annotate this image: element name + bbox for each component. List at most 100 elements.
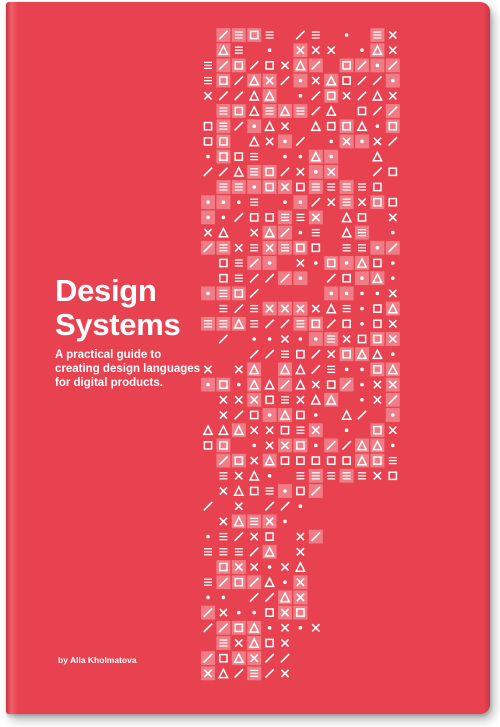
square-icon xyxy=(280,425,290,435)
pattern-tile xyxy=(308,316,323,331)
pattern-tile xyxy=(216,377,231,392)
slash-icon xyxy=(264,349,275,359)
square-icon xyxy=(219,273,228,283)
square-icon xyxy=(373,304,382,313)
dot-icon xyxy=(360,306,364,311)
dot-icon xyxy=(375,291,380,296)
lines-icon xyxy=(234,259,243,267)
pattern-tile xyxy=(231,620,246,635)
slash-icon xyxy=(372,106,383,116)
slash-icon xyxy=(203,167,213,177)
slash-icon xyxy=(234,212,244,223)
dot-icon xyxy=(237,610,241,615)
triangle-icon xyxy=(294,378,306,390)
book-author: by Alla Kholmatova xyxy=(58,655,137,665)
dot-icon xyxy=(360,382,364,387)
slash-icon xyxy=(203,501,213,511)
slash-icon xyxy=(326,273,336,283)
pattern-tile xyxy=(216,73,231,88)
lines-icon xyxy=(219,548,228,556)
cross-icon xyxy=(373,395,382,404)
slash-icon xyxy=(341,440,352,451)
lines-icon xyxy=(296,472,305,480)
slash-icon xyxy=(203,623,213,633)
triangle-icon xyxy=(217,667,229,679)
square-icon xyxy=(311,456,321,465)
dot-icon xyxy=(206,534,210,539)
lines-icon xyxy=(219,472,228,480)
dot-icon xyxy=(344,291,349,296)
dot-icon xyxy=(298,78,303,83)
triangle-icon xyxy=(233,485,245,496)
triangle-icon xyxy=(371,89,383,101)
slash-icon xyxy=(311,197,321,207)
cross-icon xyxy=(388,30,397,40)
slash-icon xyxy=(264,319,275,329)
slash-icon xyxy=(218,334,229,344)
pattern-tile xyxy=(216,149,231,164)
dot-icon xyxy=(329,291,334,296)
cross-icon xyxy=(373,380,382,389)
lines-icon xyxy=(234,46,243,54)
square-icon xyxy=(388,471,398,481)
triangle-icon xyxy=(371,348,383,360)
book-cover: Design Systems A practical guide to crea… xyxy=(6,2,490,714)
square-icon xyxy=(265,532,274,541)
cross-icon xyxy=(296,547,305,556)
cross-icon xyxy=(250,228,259,237)
slash-icon xyxy=(280,653,290,663)
cross-icon xyxy=(280,623,290,632)
triangle-icon xyxy=(264,576,276,588)
dot-icon xyxy=(360,48,364,52)
dot-icon xyxy=(283,139,287,144)
cross-icon xyxy=(373,137,382,146)
cross-icon xyxy=(327,198,336,207)
cross-icon xyxy=(250,426,259,435)
cross-icon xyxy=(280,669,290,678)
pattern-tile xyxy=(231,58,246,73)
pattern-tile xyxy=(370,453,385,468)
dot-icon xyxy=(314,170,318,174)
slash-icon xyxy=(234,668,244,679)
slash-icon xyxy=(218,91,229,101)
square-icon xyxy=(203,137,213,146)
cross-icon xyxy=(373,471,382,480)
square-icon xyxy=(326,456,336,465)
dot-icon xyxy=(252,124,256,128)
cross-icon xyxy=(311,76,320,85)
slash-icon xyxy=(249,349,259,359)
cross-icon xyxy=(388,319,397,328)
slash-icon xyxy=(249,288,259,299)
square-icon xyxy=(342,456,351,465)
slash-icon xyxy=(280,167,290,177)
square-icon xyxy=(388,197,398,207)
dot-icon xyxy=(375,63,380,68)
slash-icon xyxy=(234,531,244,542)
cross-icon xyxy=(219,608,228,617)
triangle-icon xyxy=(310,393,322,405)
cross-icon xyxy=(265,137,274,146)
square-icon xyxy=(219,258,228,268)
slash-icon xyxy=(264,653,275,663)
dot-icon xyxy=(252,610,256,615)
square-icon xyxy=(265,395,274,405)
lines-icon xyxy=(250,244,259,252)
lines-icon xyxy=(265,31,274,39)
cross-icon xyxy=(265,426,274,435)
cross-icon xyxy=(234,243,243,252)
dot-icon xyxy=(329,154,334,159)
triangle-icon xyxy=(371,150,383,162)
pattern-tile xyxy=(247,28,262,42)
triangle-icon xyxy=(341,226,353,238)
lines-icon xyxy=(219,304,228,313)
slash-icon xyxy=(357,91,367,101)
square-icon xyxy=(296,182,305,192)
cross-icon xyxy=(296,167,305,176)
pattern-tile xyxy=(293,240,308,255)
lines-icon xyxy=(250,152,259,161)
triangle-icon xyxy=(341,409,353,420)
cross-icon xyxy=(327,46,336,55)
dot-icon xyxy=(298,504,303,509)
square-icon xyxy=(342,319,351,329)
lines-icon xyxy=(219,532,228,541)
